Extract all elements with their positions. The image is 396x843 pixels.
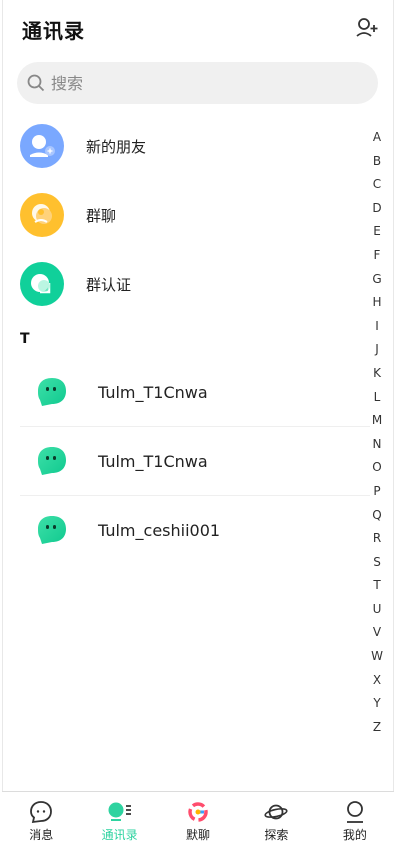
index-letter[interactable]: B	[369, 150, 385, 174]
group-verify-icon	[20, 262, 64, 306]
section-header-letter: T	[20, 331, 30, 347]
page-title: 通讯录	[22, 18, 85, 43]
alphabet-index[interactable]: A B C D E F G H I J K L M N O P Q R S T …	[369, 126, 385, 739]
contact-name: Tulm_T1Cnwa	[98, 382, 208, 402]
contact-avatar-icon	[36, 514, 68, 546]
tab-moliao[interactable]: 默聊	[159, 792, 237, 843]
index-letter[interactable]: O	[369, 456, 385, 480]
entry-group-verify[interactable]: 群认证	[20, 262, 131, 306]
new-friend-icon	[20, 124, 64, 168]
index-letter[interactable]: F	[369, 244, 385, 268]
profile-icon	[346, 801, 363, 823]
index-letter[interactable]: Y	[369, 692, 385, 716]
search-icon	[27, 74, 45, 92]
tab-contacts[interactable]: 通讯录	[80, 792, 158, 843]
index-letter[interactable]: X	[369, 669, 385, 693]
tab-label: 通讯录	[101, 828, 138, 842]
search-input[interactable]	[49, 72, 353, 94]
tab-messages[interactable]: 消息	[2, 792, 80, 843]
add-friend-icon[interactable]	[355, 16, 379, 40]
index-letter[interactable]: E	[369, 220, 385, 244]
search-bar[interactable]	[17, 62, 378, 104]
entry-new-friends[interactable]: 新的朋友	[20, 124, 146, 168]
contact-avatar-icon	[36, 445, 68, 477]
index-letter[interactable]: G	[369, 268, 385, 292]
index-letter[interactable]: C	[369, 173, 385, 197]
index-letter[interactable]: Q	[369, 504, 385, 528]
contact-name: Tulm_T1Cnwa	[98, 451, 208, 471]
index-letter[interactable]: L	[369, 386, 385, 410]
tab-label: 我的	[342, 828, 367, 842]
tab-label: 默聊	[186, 828, 211, 842]
entry-group-chat[interactable]: 群聊	[20, 193, 116, 237]
entry-label: 群认证	[86, 275, 132, 294]
index-letter[interactable]: J	[369, 338, 385, 362]
index-letter[interactable]: V	[369, 621, 385, 645]
index-letter[interactable]: Z	[369, 716, 385, 740]
index-letter[interactable]: N	[369, 433, 385, 457]
contact-row[interactable]: Tulm_T1Cnwa	[20, 427, 370, 495]
group-chat-icon	[20, 193, 64, 237]
contact-row[interactable]: Tulm_T1Cnwa	[20, 358, 370, 426]
tab-label: 探索	[264, 828, 289, 842]
index-letter[interactable]: U	[369, 598, 385, 622]
planet-icon	[264, 804, 289, 820]
entry-label: 新的朋友	[86, 137, 147, 156]
index-letter[interactable]: W	[369, 645, 385, 669]
index-letter[interactable]: K	[369, 362, 385, 386]
tab-explore[interactable]: 探索	[237, 792, 315, 843]
index-letter[interactable]: I	[369, 315, 385, 339]
bottom-tab-bar: 消息 通讯录 默聊 探索 我的	[2, 791, 394, 843]
index-letter[interactable]: M	[369, 409, 385, 433]
tab-profile[interactable]: 我的	[316, 792, 394, 843]
contact-name: Tulm_ceshii001	[98, 520, 221, 540]
tab-label: 消息	[29, 828, 54, 842]
index-letter[interactable]: A	[369, 126, 385, 150]
message-icon	[30, 801, 53, 824]
header: 通讯录	[22, 14, 85, 44]
contact-avatar-icon	[36, 376, 68, 408]
index-letter[interactable]: T	[369, 574, 385, 598]
entry-label: 群聊	[86, 206, 117, 225]
index-letter[interactable]: P	[369, 480, 385, 504]
index-letter[interactable]: S	[369, 551, 385, 575]
index-letter[interactable]: D	[369, 197, 385, 221]
index-letter[interactable]: R	[369, 527, 385, 551]
moliao-icon	[188, 802, 208, 822]
index-letter[interactable]: H	[369, 291, 385, 315]
contact-row[interactable]: Tulm_ceshii001	[20, 496, 370, 564]
contacts-icon	[108, 802, 131, 821]
